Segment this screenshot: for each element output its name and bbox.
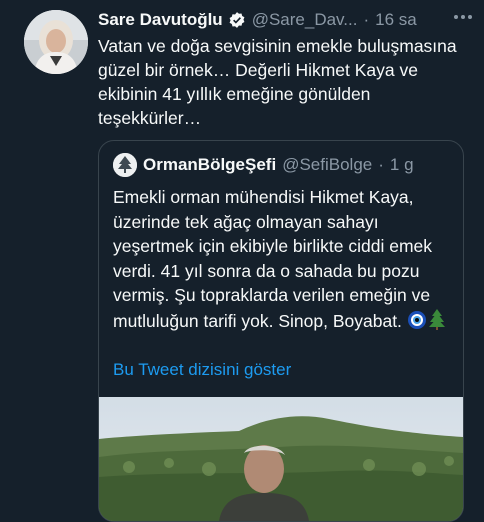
author-handle[interactable]: @Sare_Dav...: [252, 10, 358, 30]
quoted-tweet-text: Emekli orman mühendisi Hikmet Kaya, üzer…: [113, 187, 432, 331]
quoted-author-handle: @SefiBolge: [282, 155, 373, 174]
separator-dot: ·: [363, 10, 370, 29]
more-options-icon[interactable]: [450, 4, 476, 30]
quoted-author-name: OrmanBölgeŞefi: [143, 155, 277, 174]
tweet-timestamp[interactable]: 16 sa: [375, 10, 417, 30]
author-name[interactable]: Sare Davutoğlu: [98, 10, 223, 30]
quoted-timestamp: 1 g: [389, 155, 414, 174]
evergreen-tree-emoji: [427, 308, 447, 337]
tweet[interactable]: Sare Davutoğlu @Sare_Dav... · 16 sa Vata…: [0, 0, 484, 522]
tree-logo-icon: [113, 153, 137, 177]
tweet-header: Sare Davutoğlu @Sare_Dav... · 16 sa: [98, 8, 474, 32]
tweet-text: Vatan ve doğa sevgisinin emekle buluşmas…: [98, 36, 457, 128]
forest-photo-image: [99, 397, 463, 521]
quoted-tweet-text-block: Emekli orman mühendisi Hikmet Kaya, üzer…: [113, 185, 451, 336]
quoted-tweet[interactable]: OrmanBölgeŞefi @SefiBolge · 1 g Emekli o…: [98, 140, 464, 522]
quoted-avatar: [113, 153, 137, 177]
quoted-tweet-header: OrmanBölgeŞefi @SefiBolge · 1 g: [113, 153, 414, 177]
avatar[interactable]: [24, 10, 88, 74]
quoted-tweet-photo[interactable]: [99, 397, 463, 521]
nazar-amulet-emoji: [407, 310, 427, 337]
avatar-photo: [24, 10, 88, 74]
verified-badge-icon: [228, 11, 246, 29]
show-thread-link[interactable]: Bu Tweet dizisini göster: [113, 360, 291, 380]
quoted-separator-dot: ·: [378, 155, 384, 174]
